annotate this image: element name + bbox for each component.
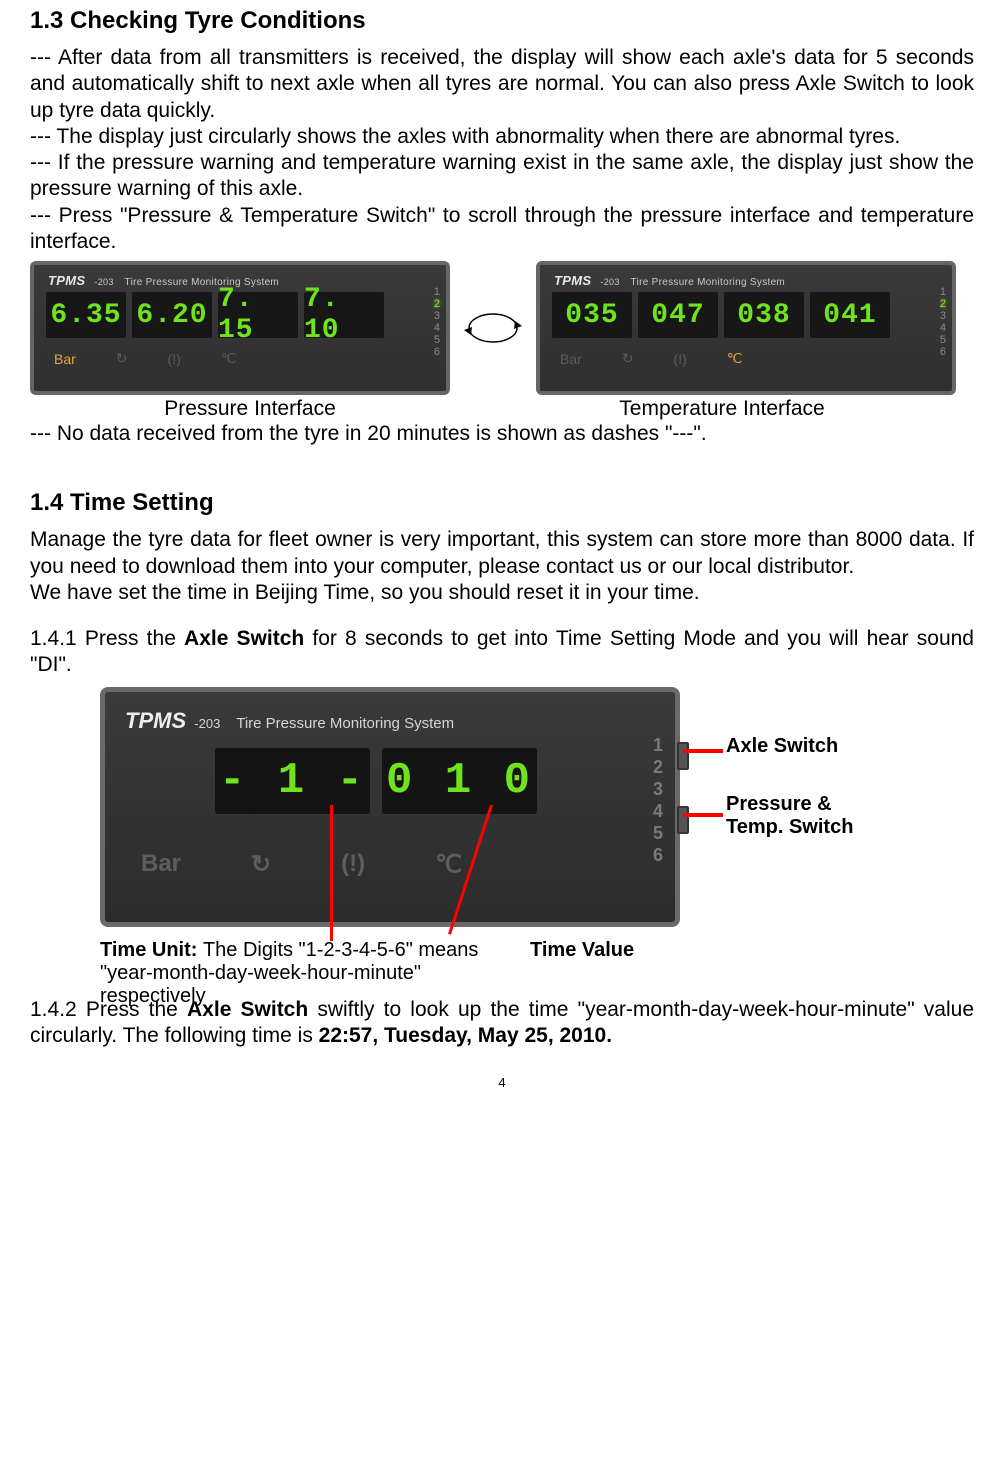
temp-icon: ℃ — [727, 350, 743, 367]
axle-index-column: 1 2 3 4 5 6 — [940, 287, 946, 358]
axle-num-3: 3 — [940, 311, 946, 322]
axle-num-2: 2 — [653, 758, 663, 776]
axle-num-1: 1 — [653, 736, 663, 754]
annotation-time-value: Time Value — [530, 939, 634, 962]
tagline-label: Tire Pressure Monitoring System — [631, 277, 786, 288]
axle-num-4: 4 — [434, 323, 440, 334]
cycle-icon: ↻ — [622, 350, 634, 367]
brand-label: TPMS — [554, 273, 591, 288]
axle-num-2: 2 — [940, 299, 946, 310]
axle-num-4: 4 — [940, 323, 946, 334]
annotation-time-unit: Time Unit: The Digits "1-2-3-4-5-6" mean… — [100, 939, 520, 1008]
axle-num-1: 1 — [434, 287, 440, 298]
s13-p2: --- The display just circularly shows th… — [30, 124, 974, 150]
axle-num-5: 5 — [940, 335, 946, 346]
time-digit-left: - 1 - — [215, 748, 370, 814]
bar-icon: Bar — [54, 351, 76, 367]
model-label: -203 — [600, 277, 619, 287]
time-digit-right: 0 1 0 — [382, 748, 537, 814]
brand-label: TPMS — [125, 708, 186, 733]
pressure-digit-2: 6.20 — [132, 292, 212, 338]
heading-1-4: 1.4 Time Setting — [30, 489, 974, 517]
temp-icon: ℃ — [435, 850, 462, 879]
warn-icon: (!) — [168, 351, 181, 367]
pressure-temp-switch-button[interactable] — [677, 806, 689, 834]
temp-digit-4: 041 — [810, 292, 890, 338]
warn-icon: (!) — [341, 850, 365, 878]
pressure-caption: Pressure Interface — [30, 397, 470, 421]
cycle-icon: ↻ — [251, 850, 271, 879]
page-number: 4 — [30, 1075, 974, 1090]
axle-num-6: 6 — [434, 347, 440, 358]
axle-switch-button[interactable] — [677, 742, 689, 770]
axle-num-5: 5 — [434, 335, 440, 346]
axle-num-1: 1 — [940, 287, 946, 298]
s13-p4: --- Press "Pressure & Temperature Switch… — [30, 203, 974, 256]
bar-icon: Bar — [141, 850, 181, 878]
temperature-caption: Temperature Interface — [470, 397, 974, 421]
axle-num-4: 4 — [653, 802, 663, 820]
s13-p5: --- No data received from the tyre in 20… — [30, 421, 974, 447]
display-panels-row: TPMS -203 Tire Pressure Monitoring Syste… — [30, 261, 974, 395]
temperature-panel: TPMS -203 Tire Pressure Monitoring Syste… — [536, 261, 956, 395]
s14-p1: Manage the tyre data for fleet owner is … — [30, 527, 974, 580]
time-setting-panel: TPMS -203 Tire Pressure Monitoring Syste… — [100, 687, 680, 927]
s14-141: 1.4.1 Press the Axle Switch for 8 second… — [30, 626, 974, 679]
pressure-digit-4: 7. 10 — [304, 292, 384, 338]
temp-icon: ℃ — [221, 350, 237, 367]
axle-index-column: 1 2 3 4 5 6 — [653, 736, 663, 864]
axle-num-5: 5 — [653, 824, 663, 842]
axle-num-2: 2 — [434, 299, 440, 310]
heading-1-3: 1.3 Checking Tyre Conditions — [30, 7, 974, 35]
brand-label: TPMS — [48, 273, 85, 288]
pressure-digit-1: 6.35 — [46, 292, 126, 338]
model-label: -203 — [194, 716, 220, 731]
pressure-panel: TPMS -203 Tire Pressure Monitoring Syste… — [30, 261, 450, 395]
axle-num-3: 3 — [434, 311, 440, 322]
swap-arrows-icon — [458, 298, 528, 358]
s13-p3: --- If the pressure warning and temperat… — [30, 150, 974, 203]
temp-digit-1: 035 — [552, 292, 632, 338]
cycle-icon: ↻ — [116, 350, 128, 367]
tagline-label: Tire Pressure Monitoring System — [236, 715, 454, 732]
axle-index-column: 1 2 3 4 5 6 — [434, 287, 440, 358]
s14-p2: We have set the time in Beijing Time, so… — [30, 580, 974, 606]
pressure-digit-3: 7. 15 — [218, 292, 298, 338]
temp-digit-3: 038 — [724, 292, 804, 338]
temp-digit-2: 047 — [638, 292, 718, 338]
model-label: -203 — [94, 277, 113, 287]
warn-icon: (!) — [674, 351, 687, 367]
annotation-axle-switch: Axle Switch — [726, 735, 838, 758]
axle-num-6: 6 — [940, 347, 946, 358]
axle-num-3: 3 — [653, 780, 663, 798]
axle-num-6: 6 — [653, 846, 663, 864]
annotation-pt-switch: Pressure &Temp. Switch — [726, 793, 853, 839]
s13-p1: --- After data from all transmitters is … — [30, 45, 974, 124]
bar-icon: Bar — [560, 351, 582, 367]
